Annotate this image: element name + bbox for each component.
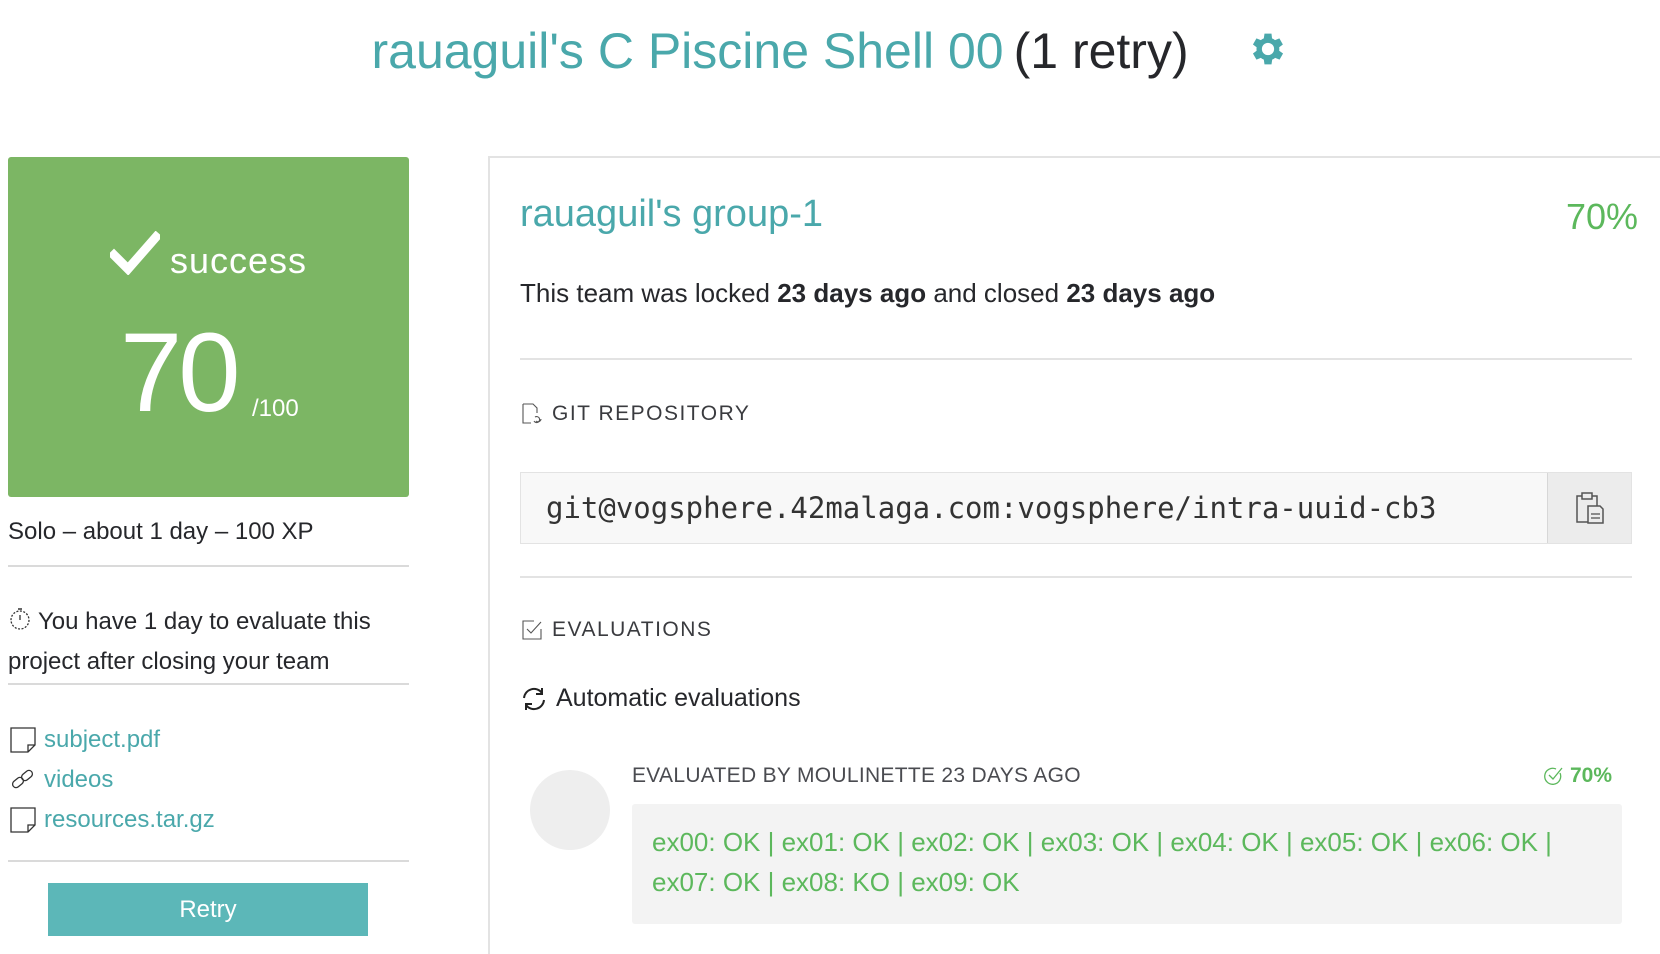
team-panel: rauaguil's group-1 70% This team was loc… <box>488 156 1660 954</box>
copy-button[interactable] <box>1547 473 1631 543</box>
page-title: rauaguil's C Piscine Shell 00 (1 retry) <box>0 22 1660 80</box>
evaluation-note-text: You have 1 day to evaluate this project … <box>8 608 371 675</box>
retry-button[interactable]: Retry <box>48 883 368 936</box>
attachment-list: subject.pdf videos resources.tar.gz <box>8 720 215 840</box>
divider <box>8 683 409 685</box>
git-repository-url[interactable]: git@vogsphere.42malaga.com:vogsphere/int… <box>521 473 1547 543</box>
evaluator-avatar[interactable] <box>530 770 610 850</box>
evaluation-score-value: 70% <box>1569 764 1612 787</box>
automatic-evaluations-label: Automatic evaluations <box>556 684 801 712</box>
link-icon <box>11 769 34 789</box>
lock-middle: and closed <box>933 278 1060 308</box>
score-max: /100 <box>252 395 299 422</box>
clipboard-icon <box>1575 492 1604 524</box>
project-meta: Solo – about 1 day – 100 XP <box>8 518 314 545</box>
evaluation-result: ex00: OK | ex01: OK | ex02: OK | ex03: O… <box>632 804 1622 924</box>
attachment-subject[interactable]: subject.pdf <box>8 720 215 760</box>
divider <box>8 860 409 862</box>
check-icon <box>109 231 160 275</box>
divider <box>520 358 1632 360</box>
refresh-icon <box>523 687 545 710</box>
team-name[interactable]: rauaguil's group-1 <box>520 193 823 236</box>
attachment-label[interactable]: subject.pdf <box>44 726 160 754</box>
status-card: success 70 /100 <box>8 157 409 497</box>
automatic-evaluations-heading: Automatic evaluations <box>520 684 801 713</box>
status-row: success <box>8 231 409 282</box>
project-title[interactable]: rauaguil's C Piscine Shell 00 <box>371 23 1003 79</box>
gear-icon[interactable] <box>1247 28 1289 70</box>
attachment-videos[interactable]: videos <box>8 760 215 800</box>
lock-prefix: This team was locked <box>520 278 770 308</box>
team-percentage: 70% <box>1565 196 1638 237</box>
locked-ago: 23 days ago <box>777 278 927 308</box>
git-repository-label-text: GIT REPOSITORY <box>552 402 751 425</box>
divider <box>8 565 409 567</box>
check-circle-icon <box>1544 767 1563 785</box>
evaluation-note: You have 1 day to evaluate this project … <box>8 602 403 682</box>
git-repository-field[interactable]: git@vogsphere.42malaga.com:vogsphere/int… <box>520 472 1632 544</box>
closed-ago: 23 days ago <box>1066 278 1216 308</box>
final-score: 70 <box>120 310 241 435</box>
attachment-label[interactable]: videos <box>44 766 113 794</box>
document-icon <box>10 807 36 833</box>
git-repository-label: GIT REPOSITORY <box>520 402 750 426</box>
evaluations-label-text: EVALUATIONS <box>552 618 713 641</box>
retry-count: (1 retry) <box>1013 23 1189 79</box>
attachment-label[interactable]: resources.tar.gz <box>44 806 215 834</box>
git-file-icon <box>522 403 542 424</box>
evaluator-line: EVALUATED BY MOULINETTE 23 DAYS AGO <box>632 764 1081 787</box>
team-lock-status: This team was locked 23 days ago and clo… <box>520 278 1215 309</box>
evaluations-label: EVALUATIONS <box>520 618 712 642</box>
status-label: success <box>169 240 308 281</box>
checkbox-icon <box>522 620 542 640</box>
document-icon <box>10 727 36 753</box>
stopwatch-icon <box>10 608 30 630</box>
attachment-resources[interactable]: resources.tar.gz <box>8 800 215 840</box>
evaluation-score: 70% <box>1542 764 1612 788</box>
divider <box>520 576 1632 578</box>
